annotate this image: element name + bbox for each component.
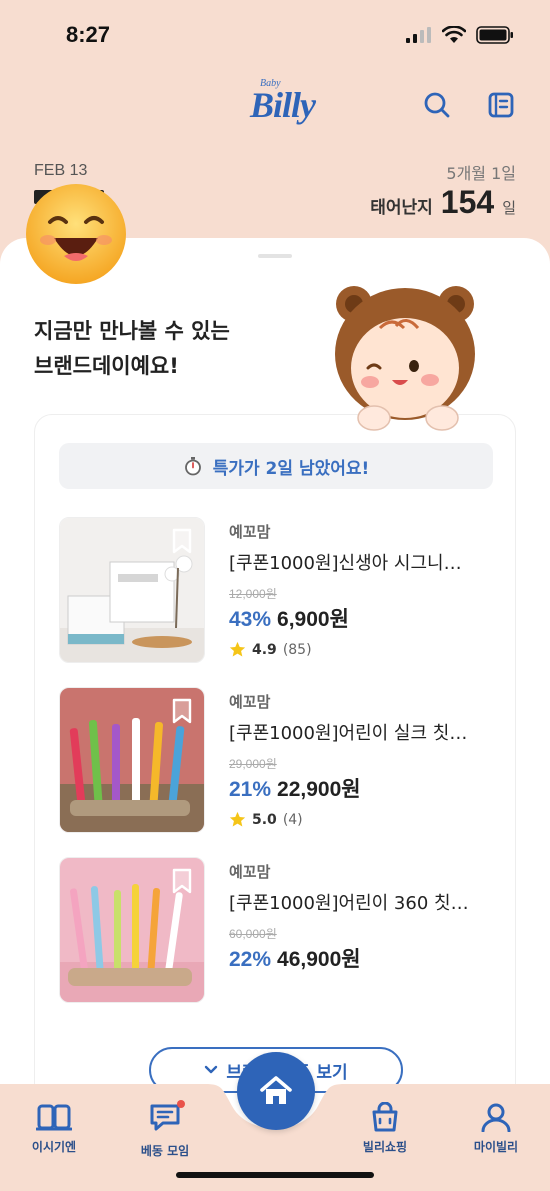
original-price: 12,000원 [229, 587, 277, 601]
rating-row: 5.0 (4) [229, 811, 303, 828]
price-row: 43% 6,900원 [229, 603, 349, 633]
signal-icon [406, 27, 431, 43]
born-days: 154 [440, 184, 495, 220]
bookmark-icon[interactable] [172, 698, 192, 724]
discount-rate: 43% [229, 608, 272, 631]
stopwatch-icon [184, 457, 201, 476]
tab-book[interactable]: 이시기엔 [4, 1102, 104, 1155]
rating-value: 4.9 [252, 641, 277, 658]
original-price: 29,000원 [229, 757, 277, 771]
headline-line-1: 지금만 만나볼 수 있는 [34, 319, 230, 343]
product-item[interactable]: 예꼬맘 [쿠폰1000원]어린이 실크 칫… 29,000원 21% 22,90… [59, 687, 493, 833]
price-row: 22% 46,900원 [229, 943, 361, 973]
born-unit: 일 [502, 199, 516, 217]
product-brand: 예꼬맘 [229, 863, 271, 881]
review-count: (4) [282, 811, 303, 828]
notification-dot [177, 1100, 185, 1108]
sale-price: 22,900원 [277, 778, 361, 801]
tab-chat[interactable]: 베동 모임 [115, 1100, 215, 1159]
product-image [59, 857, 205, 1003]
brand-day-headline: 지금만 만나볼 수 있는 브랜드데이예요! [34, 314, 230, 384]
tab-label: 베동 모임 [140, 1144, 190, 1158]
tab-label: 마이빌리 [473, 1140, 519, 1154]
product-name[interactable]: [쿠폰1000원]어린이 실크 칫… [229, 719, 491, 745]
product-brand: 예꼬맘 [229, 693, 271, 711]
tab-shopping[interactable]: 빌리쇼핑 [335, 1102, 435, 1155]
billy-logo[interactable]: Baby Billy [248, 76, 328, 136]
born-label: 태어난지 [370, 198, 433, 218]
status-bar: 8:27 [0, 0, 550, 70]
app-header: Baby Billy [0, 70, 550, 150]
product-image [59, 687, 205, 833]
product-image [59, 517, 205, 663]
current-date: FEB 13 [34, 162, 88, 179]
product-item[interactable]: 예꼬맘 [쿠폰1000원]신생아 시그니… 12,000원 43% 6,900원… [59, 517, 493, 663]
baby-age: 5개월 1일 [446, 164, 516, 183]
rating-row: 4.9 (85) [229, 641, 312, 658]
bookmark-icon[interactable] [172, 868, 192, 894]
brand-day-sheet: 지금만 만나볼 수 있는 브랜드데이예요! 특가가 2일 남았어요! 예꼬맘 [… [0, 238, 550, 1191]
days-since-birth: 태어난지 154 일 [370, 184, 516, 221]
product-name[interactable]: [쿠폰1000원]어린이 360 칫… [229, 889, 491, 915]
book-icon [36, 1104, 72, 1131]
star-icon [229, 641, 246, 657]
home-indicator [176, 1172, 374, 1178]
logo-main-text: Billy [250, 85, 316, 125]
search-icon[interactable] [422, 90, 452, 120]
review-count: (85) [282, 641, 312, 658]
tab-label: 이시기엔 [31, 1140, 77, 1154]
rating-value: 5.0 [252, 811, 277, 828]
product-item[interactable]: 예꼬맘 [쿠폰1000원]어린이 360 칫… 60,000원 22% 46,9… [59, 857, 493, 1003]
tab-label: 빌리쇼핑 [362, 1140, 408, 1154]
star-icon [229, 811, 246, 827]
chevron-down-icon [205, 1065, 218, 1074]
price-row: 21% 22,900원 [229, 773, 361, 803]
discount-rate: 22% [229, 948, 272, 971]
sale-price: 46,900원 [277, 948, 361, 971]
deal-timer: 특가가 2일 남았어요! [59, 443, 493, 489]
laughing-emoji-icon [26, 184, 126, 284]
sheet-grabber[interactable] [258, 254, 292, 258]
sale-price: 6,900원 [277, 608, 349, 631]
discount-rate: 21% [229, 778, 272, 801]
bookmark-icon[interactable] [172, 528, 192, 554]
home-icon [260, 1076, 292, 1104]
person-icon [481, 1103, 511, 1132]
tab-my[interactable]: 마이빌리 [446, 1102, 546, 1155]
home-button[interactable] [237, 1052, 315, 1130]
timer-text: 특가가 2일 남았어요! [212, 458, 370, 479]
shopping-bag-icon [372, 1102, 398, 1132]
product-name[interactable]: [쿠폰1000원]신생아 시그니… [229, 549, 491, 575]
original-price: 60,000원 [229, 927, 277, 941]
bear-baby-illustration [335, 286, 475, 431]
battery-icon [476, 26, 513, 44]
notebook-icon[interactable] [486, 90, 516, 120]
status-time: 8:27 [66, 22, 111, 47]
wifi-icon [442, 26, 466, 43]
headline-line-2: 브랜드데이예요! [34, 354, 179, 378]
status-icons [406, 26, 514, 44]
product-brand: 예꼬맘 [229, 523, 271, 541]
